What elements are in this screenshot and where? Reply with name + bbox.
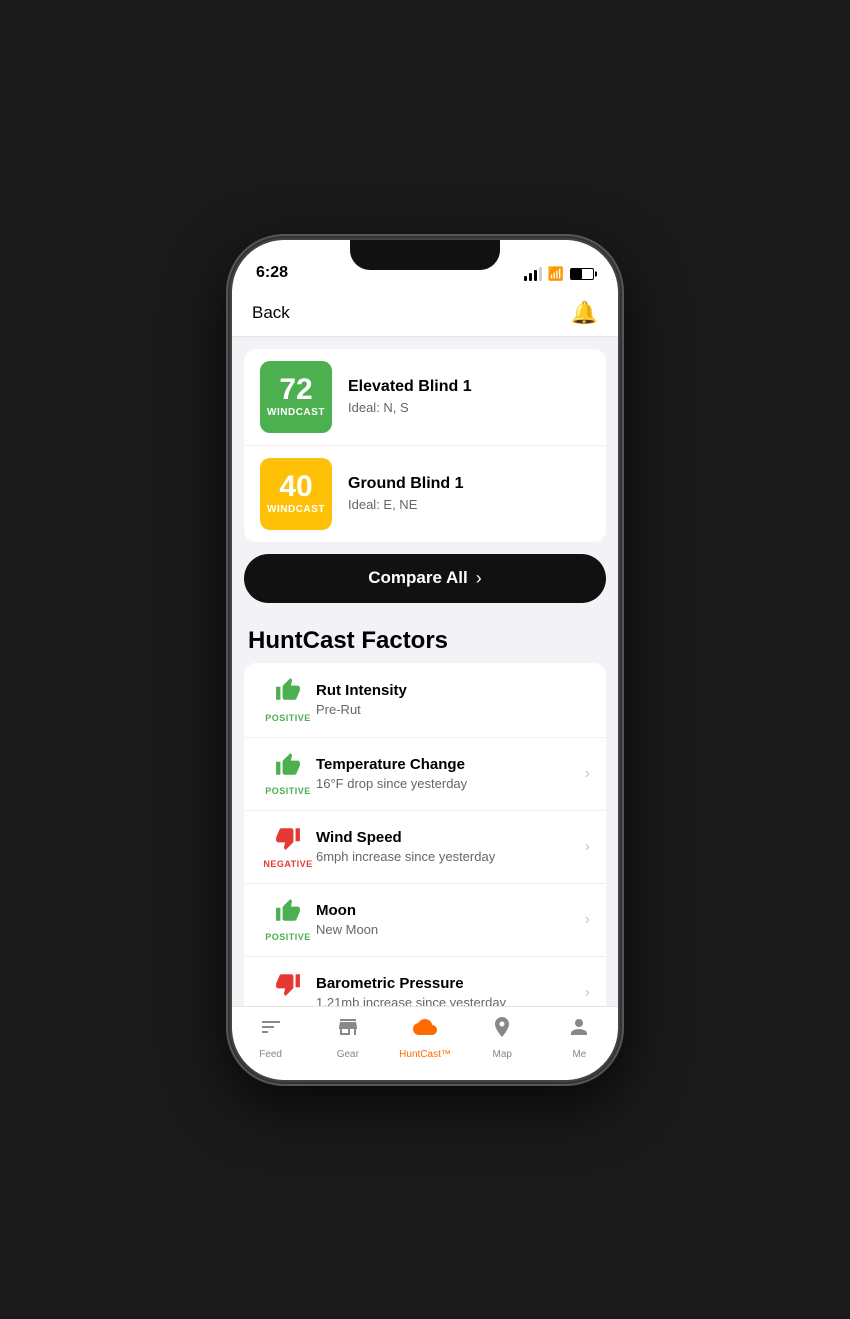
windcast-score-0: 72 bbox=[279, 375, 312, 405]
windcast-card-0[interactable]: 72 WINDCAST Elevated Blind 1 Ideal: N, S bbox=[244, 349, 606, 446]
factor-detail-3: New Moon bbox=[316, 922, 585, 937]
factor-info-4: Barometric Pressure 1.21mb increase sinc… bbox=[316, 975, 585, 1006]
nav-item-gear[interactable]: Gear bbox=[309, 1015, 386, 1060]
status-time: 6:28 bbox=[256, 264, 288, 282]
factor-info-1: Temperature Change 16°F drop since yeste… bbox=[316, 756, 585, 791]
factor-name-2: Wind Speed bbox=[316, 829, 585, 846]
nav-label-me: Me bbox=[572, 1049, 586, 1060]
phone-device: 6:28 📶 Back 🔔 bbox=[230, 238, 620, 1082]
thumbup-icon-3 bbox=[275, 898, 301, 929]
nav-item-map[interactable]: Map bbox=[464, 1015, 541, 1060]
factors-list: POSITIVE Rut Intensity Pre-Rut POSITIVE bbox=[244, 663, 606, 1006]
factor-info-2: Wind Speed 6mph increase since yesterday bbox=[316, 829, 585, 864]
nav-item-feed[interactable]: Feed bbox=[232, 1015, 309, 1060]
factor-chevron-4: › bbox=[585, 984, 590, 1002]
back-button[interactable]: Back bbox=[252, 303, 290, 323]
main-content: 72 WINDCAST Elevated Blind 1 Ideal: N, S… bbox=[232, 337, 618, 1006]
card-info-0: Elevated Blind 1 Ideal: N, S bbox=[348, 378, 590, 415]
windcast-label-0: WINDCAST bbox=[267, 407, 325, 418]
bell-icon[interactable]: 🔔 bbox=[571, 300, 598, 326]
windcast-badge-0: 72 WINDCAST bbox=[260, 361, 332, 433]
factor-detail-4: 1.21mb increase since yesterday bbox=[316, 995, 585, 1006]
nav-label-map: Map bbox=[492, 1049, 511, 1060]
factor-detail-1: 16°F drop since yesterday bbox=[316, 776, 585, 791]
thumbup-icon-1 bbox=[275, 752, 301, 783]
factor-item-0[interactable]: POSITIVE Rut Intensity Pre-Rut bbox=[244, 663, 606, 738]
map-icon bbox=[490, 1015, 514, 1045]
factor-info-3: Moon New Moon bbox=[316, 902, 585, 937]
nav-label-huntcast: HuntCast™ bbox=[399, 1049, 451, 1060]
factor-item-1[interactable]: POSITIVE Temperature Change 16°F drop si… bbox=[244, 738, 606, 811]
bottom-nav: Feed Gear HuntCast™ Map bbox=[232, 1006, 618, 1080]
factor-detail-2: 6mph increase since yesterday bbox=[316, 849, 585, 864]
header: Back 🔔 bbox=[232, 290, 618, 337]
battery-fill bbox=[571, 269, 582, 279]
factor-sentiment-3: POSITIVE bbox=[265, 932, 311, 942]
thumbup-icon-0 bbox=[275, 677, 301, 710]
windcast-card-1[interactable]: 40 WINDCAST Ground Blind 1 Ideal: E, NE bbox=[244, 446, 606, 542]
windcast-badge-1: 40 WINDCAST bbox=[260, 458, 332, 530]
phone-screen: 6:28 📶 Back 🔔 bbox=[232, 240, 618, 1080]
factor-detail-0: Pre-Rut bbox=[316, 702, 590, 717]
gear-store-icon bbox=[336, 1015, 360, 1045]
nav-label-gear: Gear bbox=[337, 1049, 359, 1060]
huntcast-icon bbox=[413, 1015, 437, 1045]
nav-item-me[interactable]: Me bbox=[541, 1015, 618, 1060]
factor-icon-col-4: NEGATIVE bbox=[260, 971, 316, 1006]
factor-chevron-1: › bbox=[585, 765, 590, 783]
factors-title: HuntCast Factors bbox=[232, 615, 618, 663]
phone-notch bbox=[350, 240, 500, 270]
nav-label-feed: Feed bbox=[259, 1049, 282, 1060]
factor-item-4[interactable]: NEGATIVE Barometric Pressure 1.21mb incr… bbox=[244, 957, 606, 1006]
factor-name-4: Barometric Pressure bbox=[316, 975, 585, 992]
compare-all-button[interactable]: Compare All › bbox=[244, 554, 606, 603]
factor-icon-col-1: POSITIVE bbox=[260, 752, 316, 796]
factor-sentiment-1: POSITIVE bbox=[265, 786, 311, 796]
battery-icon bbox=[570, 268, 594, 280]
card-name-0: Elevated Blind 1 bbox=[348, 378, 590, 396]
factor-sentiment-2: NEGATIVE bbox=[263, 859, 312, 869]
factor-chevron-3: › bbox=[585, 911, 590, 929]
status-icons: 📶 bbox=[524, 266, 594, 282]
windcast-score-1: 40 bbox=[279, 472, 312, 502]
factor-name-3: Moon bbox=[316, 902, 585, 919]
card-name-1: Ground Blind 1 bbox=[348, 475, 590, 493]
factor-item-3[interactable]: POSITIVE Moon New Moon › bbox=[244, 884, 606, 957]
compare-all-label: Compare All bbox=[368, 568, 468, 588]
factor-info-0: Rut Intensity Pre-Rut bbox=[316, 682, 590, 717]
factor-item-2[interactable]: NEGATIVE Wind Speed 6mph increase since … bbox=[244, 811, 606, 884]
factor-sentiment-0: POSITIVE bbox=[265, 713, 311, 723]
windcast-label-1: WINDCAST bbox=[267, 504, 325, 515]
me-icon bbox=[567, 1015, 591, 1045]
compare-chevron-icon: › bbox=[476, 568, 482, 589]
windcast-cards: 72 WINDCAST Elevated Blind 1 Ideal: N, S… bbox=[244, 349, 606, 542]
wifi-icon: 📶 bbox=[548, 266, 564, 282]
factor-icon-col-0: POSITIVE bbox=[260, 677, 316, 723]
nav-item-huntcast[interactable]: HuntCast™ bbox=[386, 1015, 463, 1060]
feed-icon bbox=[259, 1015, 283, 1045]
card-ideal-1: Ideal: E, NE bbox=[348, 497, 590, 512]
factor-icon-col-2: NEGATIVE bbox=[260, 825, 316, 869]
thumbdown-icon-2 bbox=[275, 825, 301, 856]
factor-name-1: Temperature Change bbox=[316, 756, 585, 773]
factor-chevron-2: › bbox=[585, 838, 590, 856]
thumbdown-icon-4 bbox=[275, 971, 301, 1002]
factor-icon-col-3: POSITIVE bbox=[260, 898, 316, 942]
factor-sentiment-4: NEGATIVE bbox=[263, 1005, 312, 1006]
card-info-1: Ground Blind 1 Ideal: E, NE bbox=[348, 475, 590, 512]
factor-name-0: Rut Intensity bbox=[316, 682, 590, 699]
signal-icon bbox=[524, 267, 542, 281]
card-ideal-0: Ideal: N, S bbox=[348, 400, 590, 415]
